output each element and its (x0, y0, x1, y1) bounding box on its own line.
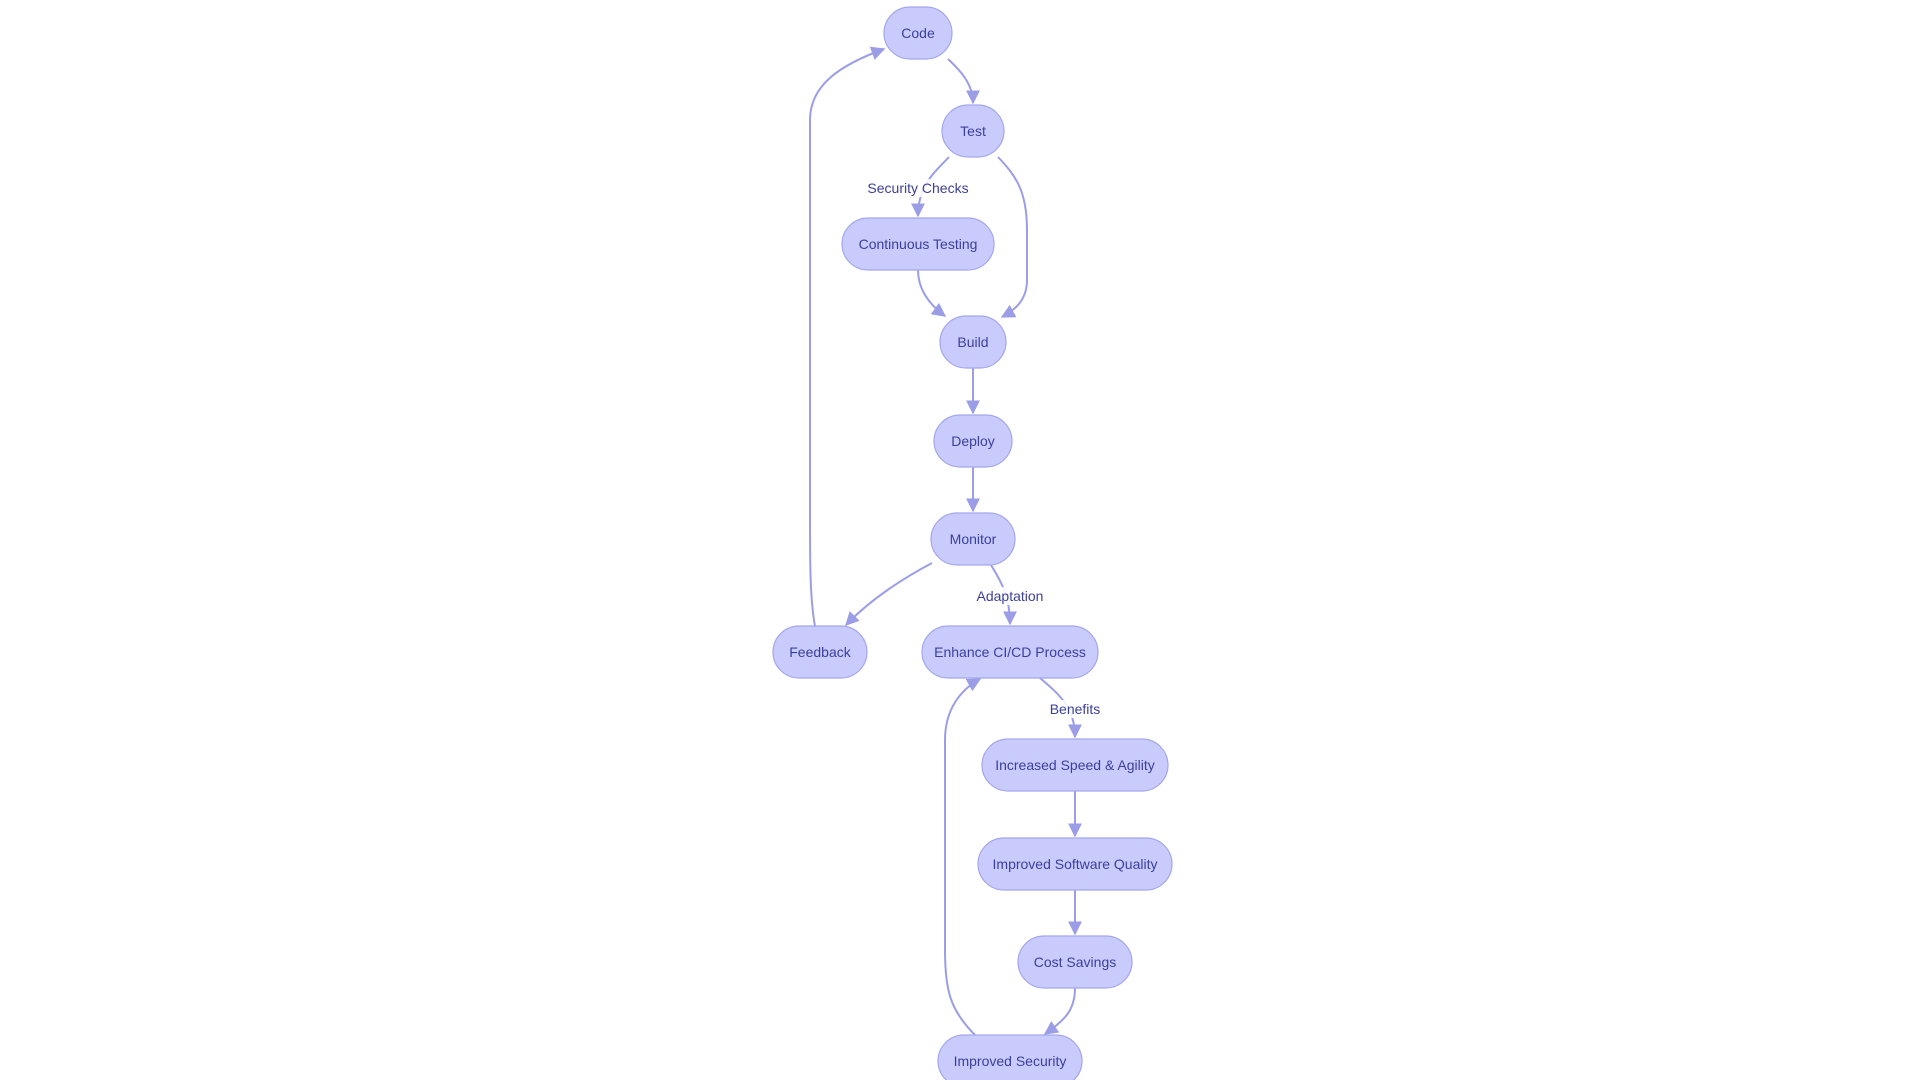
node-deploy[interactable]: Deploy (933, 414, 1013, 468)
edge-label-text: Benefits (1050, 701, 1101, 717)
edge-label: Adaptation (974, 587, 1046, 605)
node-test[interactable]: Test (941, 104, 1005, 158)
edge-label: Benefits (1047, 700, 1103, 718)
node-label: Improved Software Quality (993, 856, 1158, 872)
node-continuous-testing[interactable]: Continuous Testing (841, 217, 995, 271)
edge-feedback-to-code (809, 46, 886, 627)
node-label: Improved Security (954, 1053, 1067, 1069)
node-quality[interactable]: Improved Software Quality (977, 837, 1173, 891)
node-label: Continuous Testing (859, 236, 978, 252)
node-label: Code (901, 25, 935, 41)
node-code[interactable]: Code (883, 6, 953, 60)
nodes-layer: Code Test Continuous Testing Build Deploy Mon… (772, 6, 1173, 1080)
node-label: Feedback (789, 644, 851, 660)
edge-test-to-build (997, 156, 1028, 318)
node-label: Enhance CI/CD Process (934, 644, 1086, 660)
node-security[interactable]: Improved Security (937, 1034, 1083, 1080)
edge-code-to-test (947, 58, 980, 105)
edge-cost-to-security (1043, 987, 1076, 1035)
node-monitor[interactable]: Monitor (930, 512, 1016, 566)
node-speed[interactable]: Increased Speed & Agility (981, 738, 1169, 792)
node-build[interactable]: Build (939, 315, 1007, 369)
edge-monitor-to-feedback (845, 562, 933, 627)
edge-label: Security Checks (865, 179, 971, 197)
node-label: Build (957, 334, 988, 350)
node-label: Deploy (951, 433, 995, 449)
node-feedback[interactable]: Feedback (772, 625, 868, 679)
node-label: Increased Speed & Agility (995, 757, 1155, 773)
node-label: Cost Savings (1034, 954, 1116, 970)
node-label: Monitor (950, 531, 997, 547)
edge-continuous-testing-to-build (917, 269, 947, 317)
edge-security-to-enhance (944, 678, 982, 1036)
flowchart-canvas: Security Checks Adaptation Benefits Code Te… (772, 6, 1173, 1080)
edge-label-text: Adaptation (977, 588, 1044, 604)
node-label: Test (960, 123, 986, 139)
edge-label-text: Security Checks (867, 180, 968, 196)
node-enhance[interactable]: Enhance CI/CD Process (921, 625, 1099, 679)
node-cost[interactable]: Cost Savings (1017, 935, 1133, 989)
